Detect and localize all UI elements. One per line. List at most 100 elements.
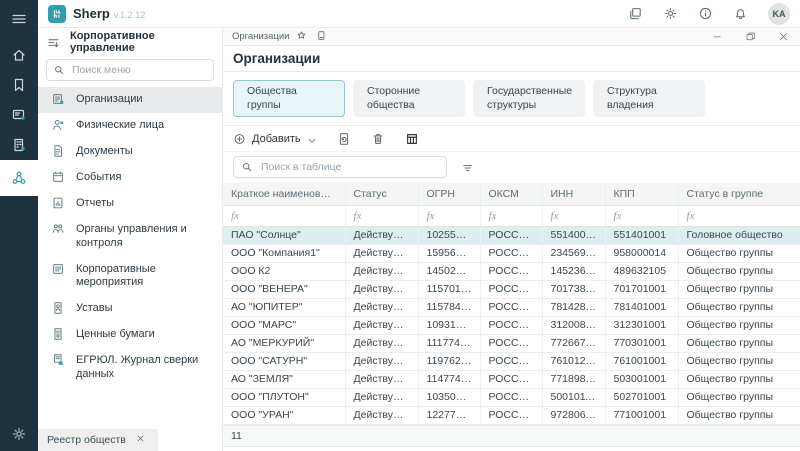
table-cell: Действующее — [345, 298, 418, 316]
column-filter[interactable]: fx — [678, 205, 800, 226]
add-button-label: Добавить — [252, 133, 301, 145]
table-search[interactable] — [233, 156, 447, 178]
filter-button[interactable] — [461, 161, 474, 174]
column-header[interactable]: Статус в группе — [678, 183, 800, 205]
table-cell: РОССИЯ — [480, 370, 542, 388]
column-filter[interactable]: fx — [605, 205, 678, 226]
favorite-star-icon[interactable] — [296, 30, 309, 43]
table-cell: Действующее — [345, 226, 418, 244]
table-row[interactable]: ООО "УРАН"Действующее12277003975...РОССИ… — [223, 406, 800, 424]
close-icon[interactable] — [136, 434, 149, 447]
table-cell: 10255015770... — [418, 226, 480, 244]
rail-item-building-icon[interactable] — [0, 130, 38, 160]
rail-item-group-structure-icon[interactable] — [0, 160, 38, 196]
close-icon[interactable] — [778, 31, 789, 42]
info-icon[interactable] — [698, 6, 713, 21]
table-cell: Действующее — [345, 406, 418, 424]
view-tab[interactable]: Государственные структуры — [473, 80, 585, 117]
view-tab[interactable]: Общества группы — [233, 80, 345, 117]
column-header[interactable]: ОКСМ — [480, 183, 542, 205]
table-cell: ООО "ВЕНЕРА" — [223, 280, 345, 298]
table-cell: ООО "МАРС" — [223, 316, 345, 334]
settings-icon[interactable] — [663, 6, 678, 21]
column-header[interactable]: Краткое наименование — [223, 183, 345, 205]
table-row[interactable]: ООО "ПЛУТОН"Действующее10350007089...РОС… — [223, 388, 800, 406]
sidebar-item[interactable]: Корпоративные мероприятия — [38, 257, 222, 297]
table-row[interactable]: ООО "ВЕНЕРА"Действующее11570170138...РОС… — [223, 280, 800, 298]
column-filter[interactable]: fx — [418, 205, 480, 226]
column-filter[interactable]: fx — [480, 205, 542, 226]
sidebar-item[interactable]: Ценные бумаги — [38, 322, 222, 348]
table-row[interactable]: АО "ЗЕМЛЯ"Действующее11477467465...РОССИ… — [223, 370, 800, 388]
table-cell: РОССИЯ — [480, 280, 542, 298]
table-search-input[interactable] — [259, 160, 439, 174]
table-cell: 12277003975... — [418, 406, 480, 424]
column-header[interactable]: КПП — [605, 183, 678, 205]
column-filter[interactable]: fx — [542, 205, 605, 226]
sidebar-item-label: Документы — [76, 145, 133, 159]
table-cell: 11976270103... — [418, 352, 480, 370]
page-icon[interactable] — [316, 30, 329, 43]
table-row[interactable]: АО "ЮПИТЕР"Действующее11578473507...РОСС… — [223, 298, 800, 316]
column-header[interactable]: ОГРН — [418, 183, 480, 205]
rail-settings-button[interactable] — [0, 417, 38, 451]
sidebar-item[interactable]: Уставы — [38, 296, 222, 322]
table-row[interactable]: АО "МЕРКУРИЙ"Действующее11177464814...РО… — [223, 334, 800, 352]
restore-icon[interactable] — [745, 31, 756, 42]
view-tab[interactable]: Сторонние общества — [353, 80, 465, 117]
sidebar-item-label: Органы управления и контроля — [76, 223, 216, 251]
sidebar-item[interactable]: Физические лица — [38, 113, 222, 139]
table-cell: ООО "Компания1" — [223, 244, 345, 262]
table-cell: 2345698745 — [542, 244, 605, 262]
rail-item-bookmark-icon[interactable] — [0, 70, 38, 100]
collapse-menu-icon[interactable] — [47, 36, 60, 49]
notifications-icon[interactable] — [733, 6, 748, 21]
column-filter[interactable]: fx — [223, 205, 345, 226]
menu-search-input[interactable] — [70, 63, 207, 77]
bottom-tab-label: Реестр обществ — [47, 434, 126, 446]
add-button[interactable]: Добавить — [233, 132, 317, 145]
table-cell: ООО "УРАН" — [223, 406, 345, 424]
sidebar-item[interactable]: Отчеты — [38, 191, 222, 217]
rail-item-hamburger-menu-icon[interactable] — [0, 4, 38, 34]
column-header[interactable]: Статус — [345, 183, 418, 205]
document-tab-organizations[interactable]: Организации — [232, 30, 329, 43]
table-columns-icon[interactable] — [405, 132, 419, 146]
windows-icon[interactable] — [628, 6, 643, 21]
view-tab[interactable]: Структура владения — [593, 80, 705, 117]
table-cell: 10350007089... — [418, 388, 480, 406]
sidebar-title: Корпоративное управление — [70, 30, 213, 54]
table-row[interactable]: ООО К2Действующее14502564789...РОССИЯ145… — [223, 262, 800, 280]
table-cell: Действующее — [345, 316, 418, 334]
sidebar-item[interactable]: ЕГРЮЛ. Журнал сверки данных — [38, 348, 222, 388]
rail-item-home-icon[interactable] — [0, 40, 38, 70]
import-document-icon[interactable] — [337, 132, 351, 146]
table-row[interactable]: ООО "МАРС"Действующее10931200011...РОССИ… — [223, 316, 800, 334]
table-cell: 7017382512 — [542, 280, 605, 298]
search-icon — [241, 161, 253, 174]
delete-icon[interactable] — [371, 132, 385, 146]
sidebar-item-label: Уставы — [76, 302, 113, 316]
table-cell: Действующее — [345, 370, 418, 388]
table-row[interactable]: ПАО "Солнце"Действующее10255015770...РОС… — [223, 226, 800, 244]
menu-search[interactable] — [46, 59, 214, 81]
sidebar-item[interactable]: Документы — [38, 139, 222, 165]
view-tabs: Общества группыСторонние обществаГосудар… — [223, 72, 800, 126]
column-header[interactable]: ИНН — [542, 183, 605, 205]
sidebar-item[interactable]: События — [38, 165, 222, 191]
table-row[interactable]: ООО "САТУРН"Действующее11976270103...РОС… — [223, 352, 800, 370]
column-filter[interactable]: fx — [345, 205, 418, 226]
user-avatar[interactable]: KA — [768, 3, 790, 25]
table-cell: Головное общество — [678, 226, 800, 244]
table-row[interactable]: ООО "Компания1"Действующее15956221234...… — [223, 244, 800, 262]
sidebar-item[interactable]: Организации — [38, 87, 222, 113]
table-cell: 489632105 — [605, 262, 678, 280]
table-cell: 11578473507... — [418, 298, 480, 316]
minimize-icon[interactable] — [712, 31, 723, 42]
table-cell: 15956221234... — [418, 244, 480, 262]
rail-item-cards-icon[interactable] — [0, 100, 38, 130]
table-cell: Общество группы — [678, 262, 800, 280]
table-cell: 10931200011... — [418, 316, 480, 334]
sidebar-item[interactable]: Органы управления и контроля — [38, 217, 222, 257]
bottom-tab-registry[interactable]: Реестр обществ — [38, 429, 158, 451]
